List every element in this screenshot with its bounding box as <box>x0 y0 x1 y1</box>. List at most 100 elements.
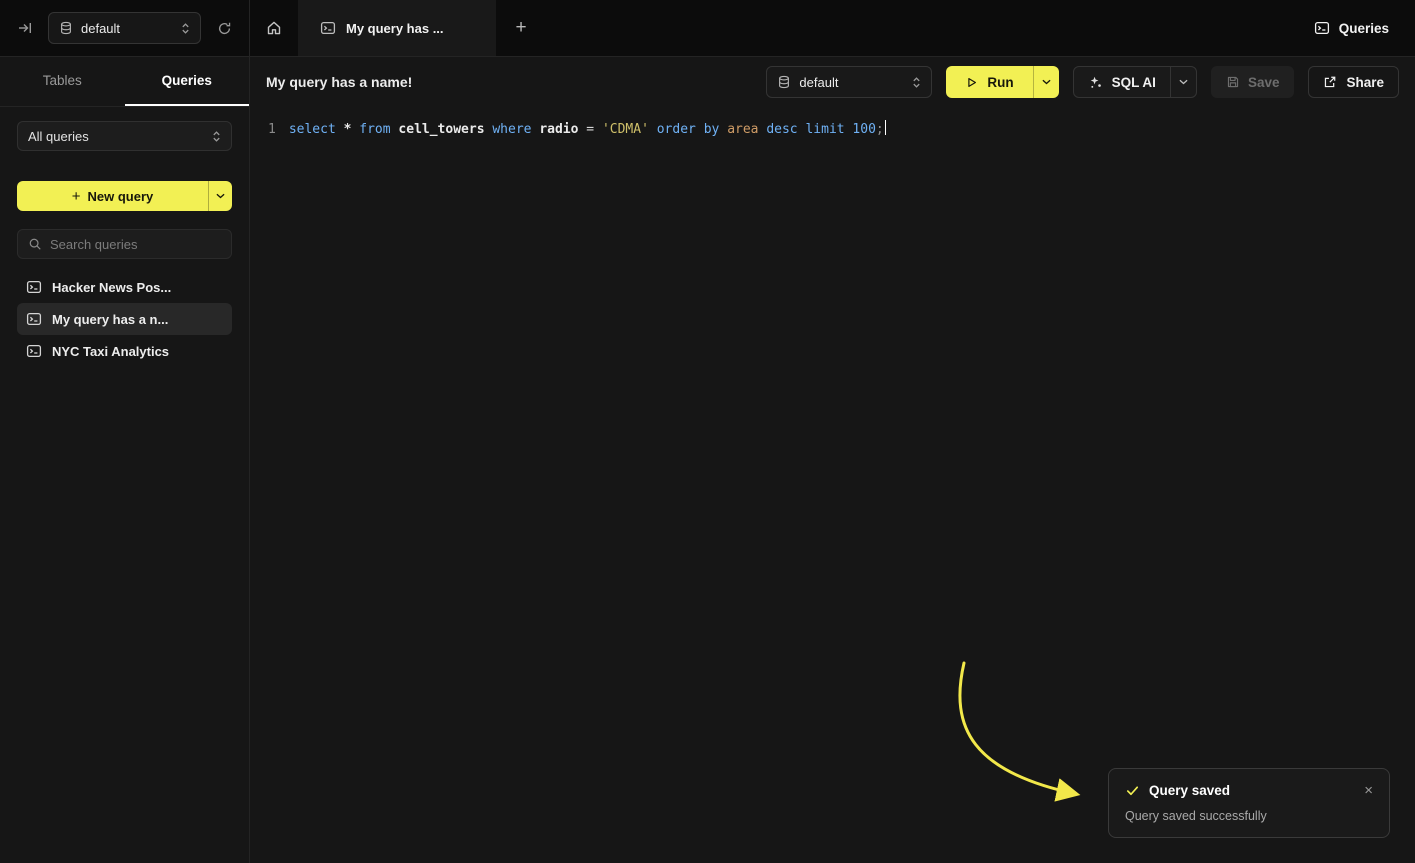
query-icon <box>26 343 42 359</box>
query-icon <box>26 279 42 295</box>
chevron-down-icon <box>1042 79 1051 85</box>
query-icon <box>1314 20 1330 36</box>
chevron-updown-icon <box>912 76 921 89</box>
sql-token: desc limit <box>766 122 852 137</box>
topbar-left: default <box>0 0 250 56</box>
sql-token: where <box>492 122 539 137</box>
sparkle-icon <box>1088 75 1103 90</box>
save-icon <box>1226 75 1240 89</box>
tab-label: My query has ... <box>346 21 444 36</box>
sidebar-tabs: Tables Queries <box>0 57 249 107</box>
new-query-main[interactable]: + New query <box>17 181 208 211</box>
plus-icon: + <box>72 189 81 204</box>
run-button[interactable]: Run <box>946 66 1032 98</box>
new-query-label: New query <box>88 189 154 204</box>
toast-header: Query saved × <box>1125 783 1373 798</box>
sidebar-tab-queries-label: Queries <box>162 73 212 88</box>
sidebar-tab-tables[interactable]: Tables <box>0 57 125 106</box>
share-button-label: Share <box>1346 75 1384 90</box>
save-button[interactable]: Save <box>1211 66 1295 98</box>
sql-token: area <box>727 122 766 137</box>
sql-token: * <box>344 122 360 137</box>
database-icon <box>777 75 791 89</box>
query-list-item-label: NYC Taxi Analytics <box>52 344 169 359</box>
query-filter-dropdown[interactable]: All queries <box>17 121 232 151</box>
sql-token: radio <box>539 122 586 137</box>
new-query-button[interactable]: + New query <box>17 181 232 211</box>
body: Tables Queries All queries + New query <box>0 57 1415 863</box>
sql-ai-button-group: SQL AI <box>1073 66 1197 98</box>
sql-token: = <box>586 122 602 137</box>
new-tab-button[interactable]: + <box>496 0 546 56</box>
chevron-updown-icon <box>212 130 221 143</box>
sql-ai-button[interactable]: SQL AI <box>1074 67 1170 97</box>
close-icon[interactable]: × <box>1364 783 1373 798</box>
chevron-down-icon <box>216 193 225 199</box>
toolbar-database-selector[interactable]: default <box>766 66 932 98</box>
sql-token: ; <box>876 122 884 137</box>
search-icon <box>28 237 42 251</box>
main-header: My query has a name! default <box>250 57 1415 107</box>
app-window: default My query has .. <box>0 0 1415 863</box>
text-cursor <box>885 120 887 135</box>
query-filter-value: All queries <box>28 129 89 144</box>
page-title: My query has a name! <box>266 74 412 90</box>
sql-token: select <box>289 122 344 137</box>
sql-editor[interactable]: 1 select * from cell_towers where radio … <box>250 107 1415 140</box>
collapse-sidebar-button[interactable] <box>12 15 38 41</box>
save-button-label: Save <box>1248 75 1280 90</box>
sql-token: order by <box>657 122 727 137</box>
refresh-icon <box>217 21 232 36</box>
toolbar: default Run <box>766 66 1399 98</box>
sql-ai-options-toggle[interactable] <box>1170 67 1196 97</box>
check-icon <box>1125 783 1140 798</box>
sidebar: Tables Queries All queries + New query <box>0 57 250 863</box>
topbar: default My query has .. <box>0 0 1415 57</box>
sidebar-tab-tables-label: Tables <box>43 73 82 88</box>
tab-strip: My query has ... + <box>250 0 1314 56</box>
toast-message: Query saved successfully <box>1125 809 1373 823</box>
query-list-item-selected[interactable]: My query has a n... <box>17 303 232 335</box>
line-number: 1 <box>268 120 276 140</box>
home-button[interactable] <box>250 0 298 56</box>
sidebar-content: All queries + New query <box>0 107 249 381</box>
sql-code-line[interactable]: select * from cell_towers where radio = … <box>289 120 886 140</box>
run-button-group: Run <box>946 66 1058 98</box>
query-search[interactable] <box>17 229 232 259</box>
sql-token: from <box>359 122 398 137</box>
queries-link[interactable]: Queries <box>1314 0 1415 56</box>
main-panel: My query has a name! default <box>250 57 1415 863</box>
sidebar-database-selector-value: default <box>81 21 173 36</box>
plus-icon: + <box>515 17 526 39</box>
refresh-button[interactable] <box>211 15 237 41</box>
new-query-dropdown-toggle[interactable] <box>208 181 232 211</box>
query-icon <box>26 311 42 327</box>
sidebar-tab-queries[interactable]: Queries <box>125 57 250 106</box>
toast-title: Query saved <box>1149 783 1355 798</box>
tab-my-query[interactable]: My query has ... <box>298 0 496 56</box>
run-button-label: Run <box>987 75 1013 90</box>
query-list-item-label: Hacker News Pos... <box>52 280 171 295</box>
sql-token: cell_towers <box>398 122 492 137</box>
play-icon <box>965 76 978 89</box>
sql-token: 100 <box>852 122 875 137</box>
chevron-down-icon <box>1179 79 1188 85</box>
query-list-item[interactable]: NYC Taxi Analytics <box>17 335 232 367</box>
share-icon <box>1323 75 1337 89</box>
query-list-item-label: My query has a n... <box>52 312 168 327</box>
database-icon <box>59 21 73 35</box>
search-queries-input[interactable] <box>50 237 221 252</box>
collapse-sidebar-icon <box>17 20 33 36</box>
share-button[interactable]: Share <box>1308 66 1399 98</box>
query-icon <box>320 20 336 36</box>
sidebar-database-selector[interactable]: default <box>48 12 201 44</box>
sql-ai-button-label: SQL AI <box>1112 75 1156 90</box>
toast-query-saved: Query saved × Query saved successfully <box>1108 768 1390 838</box>
home-icon <box>266 20 282 36</box>
run-options-toggle[interactable] <box>1033 66 1059 98</box>
chevron-updown-icon <box>181 22 190 35</box>
query-list-item[interactable]: Hacker News Pos... <box>17 271 232 303</box>
queries-link-label: Queries <box>1339 21 1389 36</box>
toolbar-database-value: default <box>799 75 904 90</box>
sql-token: 'CDMA' <box>602 122 657 137</box>
